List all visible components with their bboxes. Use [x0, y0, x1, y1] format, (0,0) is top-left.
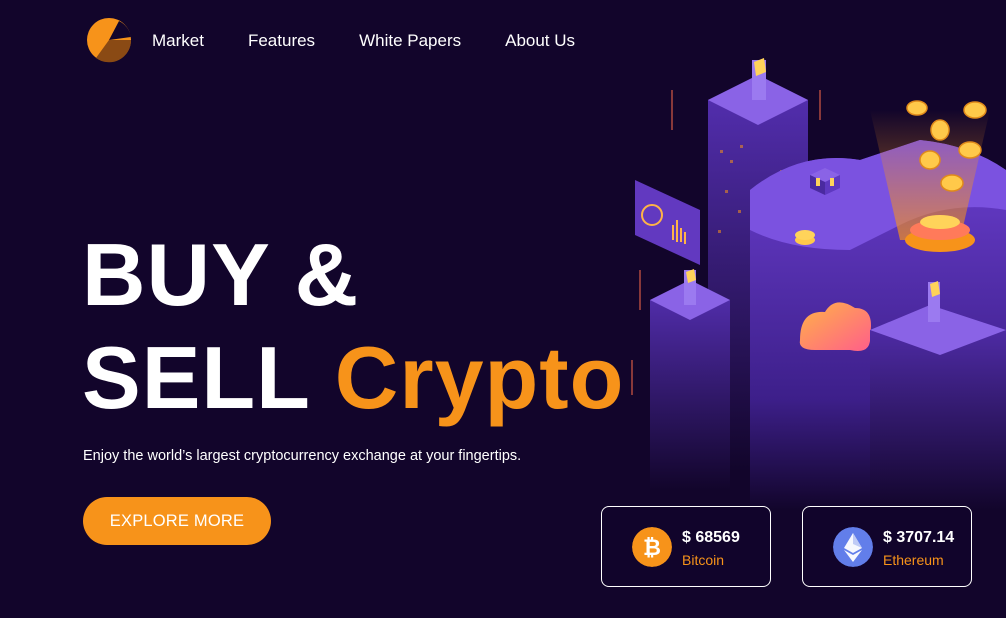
ethereum-price: $ 3707.14	[883, 529, 955, 546]
nav-features-link[interactable]: Features	[248, 31, 315, 51]
crypto-city-illustration	[631, 58, 1006, 510]
hero-title-line2: SELL Crypto	[82, 330, 624, 426]
hero-title-sell: SELL	[82, 328, 310, 427]
nav-market-link[interactable]: Market	[152, 31, 204, 51]
nav-about-us-link[interactable]: About Us	[505, 31, 575, 51]
hero-title-line1: BUY &	[82, 225, 360, 324]
explore-more-button[interactable]: EXPLORE MORE	[83, 497, 271, 545]
ethereum-icon	[833, 527, 873, 567]
main-nav: Market Features White Papers About Us	[152, 31, 619, 51]
crypto-logo-icon[interactable]	[84, 17, 134, 63]
bitcoin-icon: ₿	[632, 527, 672, 567]
ethereum-name: Ethereum	[883, 552, 944, 568]
bitcoin-name: Bitcoin	[682, 552, 725, 568]
svg-text:₿: ₿	[643, 535, 661, 560]
bitcoin-price: $ 68569	[682, 529, 740, 546]
hero-subtitle: Enjoy the world’s largest cryptocurrency…	[83, 448, 522, 464]
bitcoin-price-card[interactable]: ₿ $ 68569 Bitcoin	[601, 506, 771, 587]
hero-title-crypto: Crypto	[334, 328, 625, 427]
ethereum-price-card[interactable]: $ 3707.14 Ethereum	[802, 506, 972, 587]
nav-white-papers-link[interactable]: White Papers	[359, 31, 461, 51]
landing-page: Market Features White Papers About Us BU…	[0, 0, 1006, 618]
